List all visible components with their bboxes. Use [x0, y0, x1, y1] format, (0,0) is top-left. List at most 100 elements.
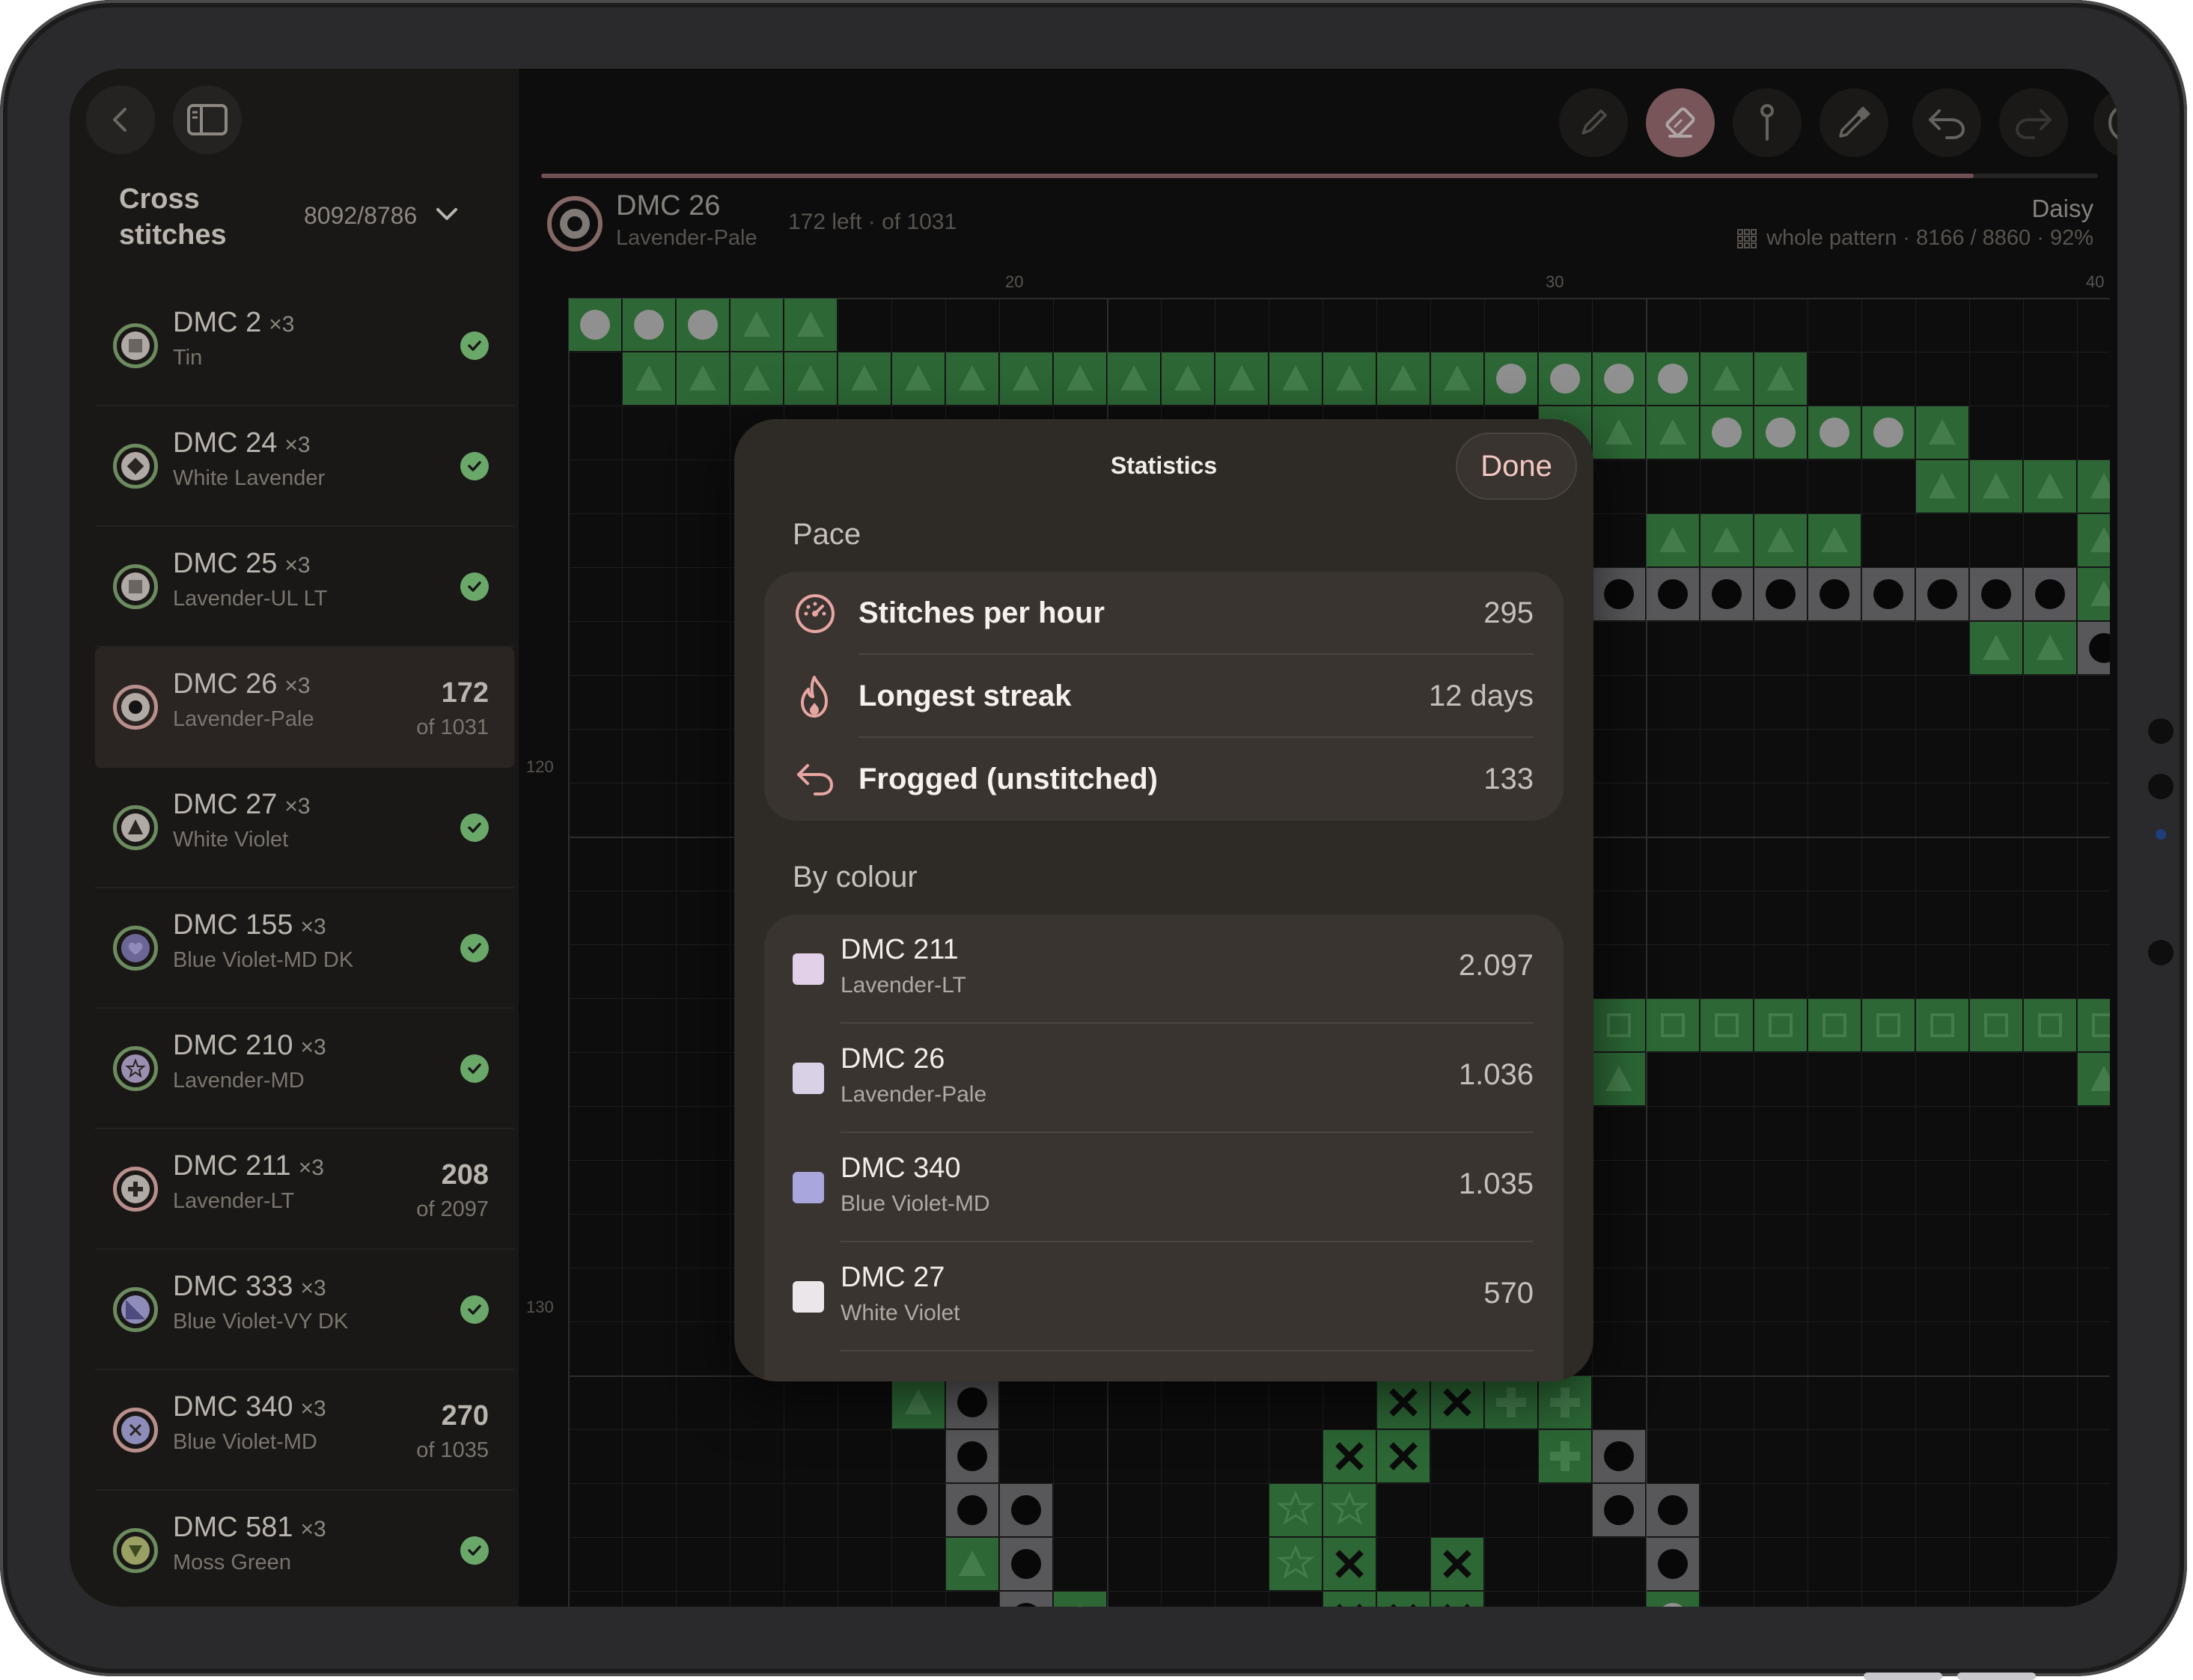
colour-row[interactable]: DMC 340 Blue Violet-MD 1.035 [764, 1133, 1564, 1242]
pace-label: Frogged (unstitched) [858, 763, 1158, 795]
colour-count: 570 [1483, 1277, 1534, 1310]
done-button[interactable]: Done [1456, 433, 1577, 500]
colour-name: Lavender-LT [841, 973, 966, 998]
colour-row[interactable]: DMC 26 Lavender-Pale 1.036 [764, 1024, 1564, 1133]
thread-symbol-icon [113, 804, 158, 850]
thread-multiplier: ×3 [300, 1396, 326, 1421]
statistics-sheet: Statistics Done Pace Stitches per hour 2… [734, 419, 1593, 1381]
thread-progress-count: 208 [441, 1159, 489, 1191]
thread-symbol-icon [113, 443, 158, 489]
thread-symbol-icon [113, 1286, 158, 1332]
app-screen: Cross stitches 8092/8786 DMC 2 ×3 Tin DMC 2… [70, 69, 2117, 1607]
thread-symbol-icon [113, 1166, 158, 1212]
thread-code: DMC 2 [173, 307, 262, 338]
side-buttons [2148, 718, 2178, 965]
pace-row-longest-streak: Longest streak 12 days [764, 655, 1564, 738]
colour-name: Blue Violet-MD [841, 1191, 990, 1216]
thread-colour-name: Lavender-MD [173, 1069, 305, 1093]
pace-row-frogged: Frogged (unstitched) 133 [764, 738, 1564, 821]
thread-code: DMC 27 [173, 789, 278, 820]
thread-colour-name: Moss Green [173, 1551, 291, 1574]
thread-colour-name: Lavender-Pale [173, 707, 314, 731]
pace-value: 12 days [1428, 679, 1534, 712]
thread-colour-name: Blue Violet-MD DK [173, 948, 354, 972]
thread-name: DMC 210 ×3 [173, 1030, 326, 1062]
thread-name: DMC 340 ×3 [173, 1391, 326, 1423]
thread-multiplier: ×3 [300, 1276, 326, 1301]
colour-swatch [793, 1172, 824, 1203]
chevron-down-icon[interactable] [435, 202, 459, 226]
thread-item[interactable]: DMC 26 ×3 Lavender-Pale 172 of 1031 [95, 647, 514, 768]
thread-progress: 172 of 1031 [416, 677, 489, 740]
thread-progress-total: of 1035 [416, 1438, 489, 1462]
thread-symbol-icon [113, 925, 158, 971]
checkmark-icon [460, 1295, 489, 1324]
sidebar-icon [187, 104, 228, 135]
sidebar-count[interactable]: 8092/8786 [304, 202, 417, 230]
pace-card: Stitches per hour 295 Longest streak 12 … [764, 572, 1564, 821]
checkmark-icon [460, 813, 489, 842]
thread-item[interactable]: DMC 25 ×3 Lavender-UL LT [95, 527, 514, 647]
sidebar-title: Cross stitches [119, 183, 227, 251]
thread-item[interactable]: DMC 333 ×3 Blue Violet-VY DK [95, 1250, 514, 1370]
thread-code: DMC 340 [173, 1391, 293, 1423]
by-colour-section-label: By colour [793, 861, 918, 894]
thread-colour-name: White Lavender [173, 466, 326, 490]
colour-code: DMC 211 [841, 934, 959, 965]
thread-colour-name: Lavender-LT [173, 1189, 295, 1213]
thread-multiplier: ×3 [284, 794, 311, 819]
sidebar: Cross stitches 8092/8786 DMC 2 ×3 Tin DMC 2… [70, 69, 519, 1607]
thread-symbol-icon [113, 563, 158, 609]
back-button[interactable] [86, 85, 155, 154]
checkmark-icon [460, 933, 489, 962]
undo-arrow-icon [793, 757, 838, 802]
colour-code: DMC 340 [841, 1152, 961, 1184]
thread-colour-name: White Violet [173, 828, 289, 852]
colour-count: 1.036 [1458, 1058, 1534, 1091]
thread-symbol-icon [113, 323, 158, 368]
thread-symbol-icon [113, 1527, 158, 1573]
thread-name: DMC 2 ×3 [173, 307, 294, 339]
thread-code: DMC 26 [173, 668, 278, 700]
thread-item[interactable]: DMC 210 ×3 Lavender-MD [95, 1009, 514, 1129]
thread-list: DMC 2 ×3 Tin DMC 24 ×3 White Lavender DMC 25 ×3… [95, 286, 514, 1607]
thread-multiplier: ×3 [300, 914, 326, 939]
thread-item[interactable]: DMC 340 ×3 Blue Violet-MD 270 of 1035 [95, 1370, 514, 1491]
colour-count: 2.097 [1458, 949, 1534, 982]
colour-row[interactable]: DMC 211 Lavender-LT 2.097 [764, 914, 1564, 1024]
sidebar-toggle-button[interactable] [173, 85, 242, 154]
thread-item[interactable]: DMC 581 ×3 Moss Green [95, 1491, 514, 1607]
thread-item[interactable]: DMC 2 ×3 Tin [95, 286, 514, 406]
thread-code: DMC 581 [173, 1512, 293, 1543]
thread-multiplier: ×3 [284, 553, 311, 578]
thread-code: DMC 333 [173, 1271, 293, 1302]
checkmark-icon [460, 451, 489, 480]
checkmark-icon [460, 331, 489, 360]
colour-swatch [793, 1281, 824, 1313]
pace-label: Longest streak [858, 679, 1072, 712]
thread-symbol-icon [113, 1045, 158, 1091]
thread-colour-name: Blue Violet-MD [173, 1430, 317, 1454]
thread-progress-count: 270 [441, 1400, 489, 1432]
chevron-left-icon [113, 108, 126, 132]
thread-item[interactable]: DMC 27 ×3 White Violet [95, 768, 514, 888]
thread-name: DMC 155 ×3 [173, 909, 326, 941]
colour-row[interactable]: DMC 27 White Violet 570 [764, 1242, 1564, 1351]
thread-name: DMC 27 ×3 [173, 789, 311, 821]
pace-label: Stitches per hour [858, 596, 1105, 629]
thread-code: DMC 24 [173, 427, 278, 459]
thread-multiplier: ×3 [284, 433, 311, 457]
by-colour-card: DMC 211 Lavender-LT 2.097 DMC 26 Lavender-Pa… [764, 914, 1564, 1381]
checkmark-icon [460, 572, 489, 601]
home-indicator-2 [1957, 1673, 2036, 1680]
thread-colour-name: Lavender-UL LT [173, 587, 328, 611]
thread-multiplier: ×3 [269, 312, 295, 337]
thread-item[interactable]: DMC 24 ×3 White Lavender [95, 406, 514, 527]
pace-section-label: Pace [793, 518, 861, 551]
thread-name: DMC 333 ×3 [173, 1271, 326, 1303]
thread-item[interactable]: DMC 211 ×3 Lavender-LT 208 of 2097 [95, 1129, 514, 1250]
thread-name: DMC 211 ×3 [173, 1150, 324, 1182]
thread-item[interactable]: DMC 155 ×3 Blue Violet-MD DK [95, 888, 514, 1009]
thread-colour-name: Blue Violet-VY DK [173, 1310, 349, 1334]
colour-code: DMC 26 [841, 1043, 945, 1075]
